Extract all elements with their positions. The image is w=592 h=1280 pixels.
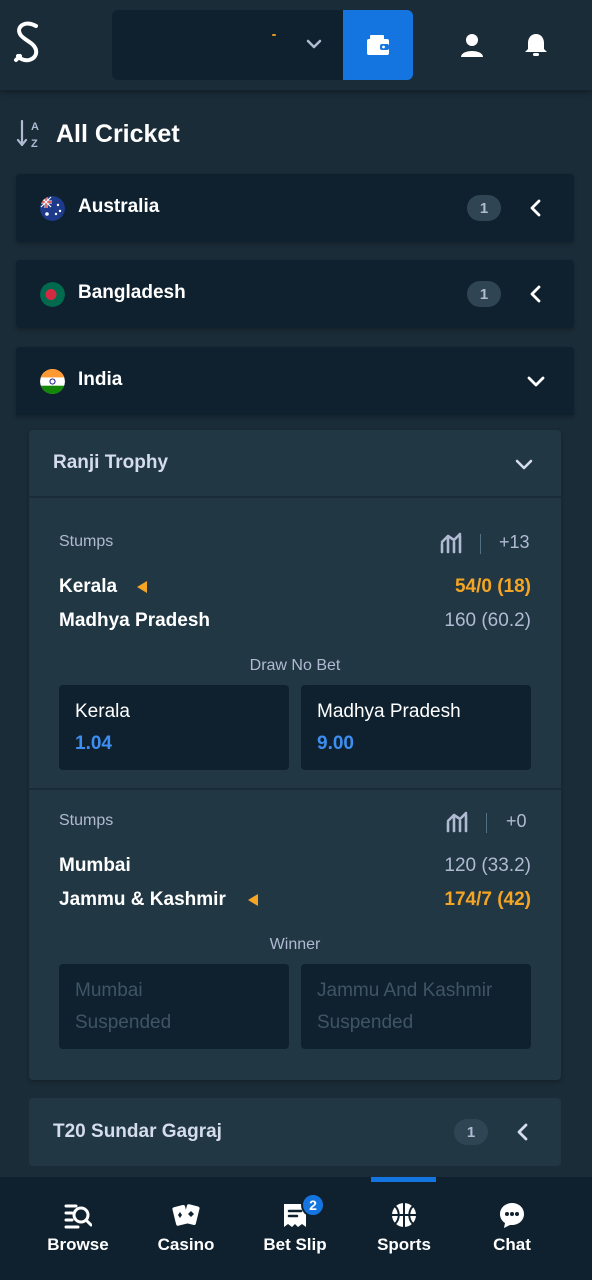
nav-browse[interactable]: Browse bbox=[28, 1177, 128, 1280]
chevron-down-icon bbox=[306, 39, 322, 49]
nav-casino[interactable]: Casino bbox=[136, 1177, 236, 1280]
casino-cards-icon bbox=[172, 1204, 200, 1226]
batting-indicator-icon bbox=[248, 894, 258, 906]
tournament-card-ranji-trophy: Ranji Trophy Stumps +13 Kerala 54/0 (18)… bbox=[29, 430, 561, 1080]
nav-sports[interactable]: Sports bbox=[354, 1177, 454, 1280]
odds-button-suspended[interactable]: Mumbai Suspended bbox=[59, 964, 289, 1049]
basketball-icon bbox=[392, 1203, 416, 1227]
page-title: All Cricket bbox=[56, 119, 180, 148]
market-name: Draw No Bet bbox=[249, 657, 341, 674]
team-name: Madhya Pradesh bbox=[59, 610, 210, 631]
nav-chat[interactable]: Chat bbox=[462, 1177, 562, 1280]
stats-chart-icon[interactable] bbox=[446, 811, 470, 833]
chevron-down-icon bbox=[527, 376, 545, 387]
page-title-row: A Z All Cricket bbox=[16, 116, 180, 152]
tournament-header[interactable]: Ranji Trophy bbox=[29, 430, 561, 498]
stake-s-logo[interactable] bbox=[12, 20, 44, 66]
team-score: 54/0 (18) bbox=[454, 576, 531, 597]
more-markets-link[interactable]: +0 bbox=[506, 811, 527, 832]
odds-button[interactable]: Madhya Pradesh 9.00 bbox=[301, 685, 531, 770]
bell-icon[interactable] bbox=[523, 32, 549, 58]
country-name: Bangladesh bbox=[78, 282, 186, 303]
australia-flag-icon bbox=[40, 196, 65, 221]
nav-label: Casino bbox=[157, 1235, 215, 1254]
chevron-left-icon bbox=[530, 285, 541, 303]
odds-button[interactable]: Kerala 1.04 bbox=[59, 685, 289, 770]
team-name: Mumbai bbox=[59, 855, 131, 876]
nav-bet-slip[interactable]: 2 Bet Slip bbox=[245, 1177, 345, 1280]
tournament-title: T20 Sundar Gagraj bbox=[53, 1121, 222, 1142]
browse-icon bbox=[64, 1204, 92, 1229]
country-name: India bbox=[78, 369, 123, 390]
country-row-bangladesh[interactable]: Bangladesh 1 bbox=[16, 260, 574, 328]
bangladesh-flag-icon bbox=[40, 282, 65, 307]
country-row-india[interactable]: India bbox=[16, 347, 574, 415]
event-count-badge: 1 bbox=[467, 281, 501, 307]
stats-chart-icon[interactable] bbox=[440, 532, 464, 554]
wallet-balance-selector[interactable] bbox=[112, 10, 344, 80]
country-name: Australia bbox=[78, 196, 160, 217]
nav-label: Browse bbox=[47, 1235, 109, 1254]
outcome-name: Jammu And Kashmir bbox=[317, 980, 493, 1001]
outcome-name: Kerala bbox=[75, 701, 130, 722]
team-score: 174/7 (42) bbox=[444, 889, 531, 910]
india-flag-icon bbox=[40, 369, 65, 394]
team-name: Kerala bbox=[59, 576, 118, 597]
currency-indicator bbox=[272, 34, 276, 36]
svg-text:A: A bbox=[31, 121, 39, 133]
bet-slip-count-badge: 2 bbox=[301, 1193, 325, 1217]
divider bbox=[480, 534, 481, 554]
country-row-australia[interactable]: Australia 1 bbox=[16, 174, 574, 242]
bottom-navigation: Browse Casino 2 Bet Slip Sports Chat bbox=[0, 1177, 592, 1280]
top-header bbox=[0, 0, 592, 90]
market-name: Winner bbox=[269, 936, 321, 953]
team-name: Jammu & Kashmir bbox=[59, 889, 226, 910]
event-count-badge: 1 bbox=[467, 195, 501, 221]
tournament-row-t20-sundar-gagraj[interactable]: T20 Sundar Gagraj 1 bbox=[29, 1098, 561, 1166]
wallet-icon bbox=[367, 35, 389, 55]
match-status: Stumps bbox=[59, 533, 114, 550]
team-score: 120 (33.2) bbox=[444, 855, 531, 876]
tournament-title: Ranji Trophy bbox=[53, 452, 169, 473]
odds-button-suspended[interactable]: Jammu And Kashmir Suspended bbox=[301, 964, 531, 1049]
chevron-down-icon bbox=[515, 459, 533, 470]
match-status: Stumps bbox=[59, 812, 114, 829]
outcome-odds: Suspended bbox=[75, 1012, 172, 1033]
more-markets-link[interactable]: +13 bbox=[499, 532, 530, 553]
match-divider bbox=[29, 788, 561, 790]
sort-az-icon[interactable]: A Z bbox=[16, 117, 46, 151]
divider bbox=[486, 813, 487, 833]
svg-text:Z: Z bbox=[31, 138, 38, 150]
user-icon[interactable] bbox=[459, 32, 485, 58]
chevron-left-icon bbox=[530, 199, 541, 217]
event-count-badge: 1 bbox=[454, 1119, 488, 1145]
team-score: 160 (60.2) bbox=[444, 610, 531, 631]
wallet-button[interactable] bbox=[343, 10, 413, 80]
outcome-odds: Suspended bbox=[317, 1012, 414, 1033]
outcome-name: Mumbai bbox=[75, 980, 143, 1001]
outcome-odds: 9.00 bbox=[317, 733, 354, 754]
chat-bubble-icon bbox=[500, 1203, 524, 1228]
chevron-left-icon bbox=[517, 1123, 528, 1141]
outcome-name: Madhya Pradesh bbox=[317, 701, 461, 722]
batting-indicator-icon bbox=[137, 581, 147, 593]
nav-label: Bet Slip bbox=[263, 1235, 327, 1254]
nav-label: Sports bbox=[377, 1235, 431, 1254]
outcome-odds: 1.04 bbox=[75, 733, 112, 754]
nav-label: Chat bbox=[493, 1235, 531, 1254]
